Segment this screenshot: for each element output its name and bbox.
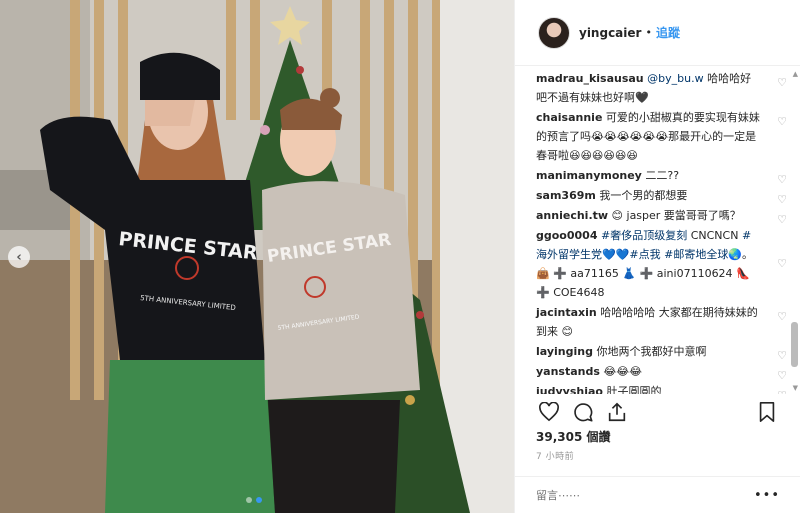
comment-item: jacintaxin 哈哈哈哈哈 大家都在期待妹妹的到来 😊 ♡ <box>536 303 787 341</box>
comment-username[interactable]: sam369m <box>536 189 596 202</box>
header-separator: • <box>645 26 652 39</box>
heart-icon[interactable]: ♡ <box>777 112 787 131</box>
comment-username[interactable]: jacintaxin <box>536 306 597 319</box>
follow-button[interactable]: 追蹤 <box>656 24 680 41</box>
action-bar <box>536 399 788 425</box>
comment-item: manimanymoney 二二?? ♡ <box>536 166 787 186</box>
heart-icon[interactable]: ♡ <box>777 307 787 326</box>
comment-text: 你地两个我都好中意啊 <box>592 345 707 358</box>
comment-text: 二二?? <box>641 169 680 182</box>
heart-icon[interactable]: ♡ <box>777 73 787 92</box>
carousel-dot <box>246 497 252 503</box>
comment-item: chaisannie 可爱的小甜椒真的要实现有妹妹的预言了吗😭😭😭😭😭😭那最开心… <box>536 108 787 165</box>
chevron-left-icon[interactable]: ‹ <box>8 246 30 268</box>
comment-text: 💙💙 <box>602 248 630 261</box>
heart-icon[interactable] <box>536 399 562 425</box>
comment-username[interactable]: chaisannie <box>536 111 602 124</box>
comment-username[interactable]: judyyshiao <box>536 385 603 394</box>
comment-username[interactable]: anniechi.tw <box>536 209 608 222</box>
comment-mention[interactable]: @by_bu.w <box>647 72 703 85</box>
comment-list[interactable]: madrau_kisausau @by_bu.w 哈哈哈好吧不過有妹妹也好啊🖤 … <box>515 68 800 394</box>
post-header: yingcaier • 追蹤 <box>515 0 800 66</box>
comment-input[interactable] <box>536 488 736 502</box>
avatar[interactable] <box>538 16 570 49</box>
comment-username[interactable]: manimanymoney <box>536 169 642 182</box>
comment-username[interactable]: madrau_kisausau <box>536 72 644 85</box>
comment-text: 我一个男的都想要 <box>595 189 688 202</box>
comment-scrollbar[interactable] <box>791 322 798 367</box>
carousel-dots <box>246 497 262 503</box>
comment-icon[interactable] <box>570 399 596 425</box>
like-count[interactable]: 39,305 個讚 <box>536 428 611 445</box>
post-photo[interactable]: PRINCE STAR PRINCE STAR 5TH ANNIVERSARY … <box>0 0 514 513</box>
heart-icon[interactable]: ♡ <box>777 254 787 273</box>
heart-icon[interactable]: ♡ <box>777 170 787 189</box>
comment-item: anniechi.tw 😊 jasper 要當哥哥了嗎？ ♡ <box>536 206 787 226</box>
post-sidebar: yingcaier • 追蹤 madrau_kisausau @by_bu.w … <box>514 0 800 513</box>
carousel-dot-active <box>256 497 262 503</box>
comment-item: ggoo0004 #奢侈品顶级复刻 CNCNCN #海外留学生党💙💙#点我 #邮… <box>536 226 787 302</box>
comment-text: 😂😂😂 <box>599 365 642 378</box>
comment-item: yanstands 😂😂😂 ♡ <box>536 362 787 382</box>
post-username[interactable]: yingcaier <box>579 26 641 40</box>
comment-username[interactable]: layinging <box>536 345 593 358</box>
comment-item: sam369m 我一个男的都想要 ♡ <box>536 186 787 206</box>
comment-item: judyyshiao 肚子圓圓的 ♡ <box>536 382 787 394</box>
bookmark-icon[interactable] <box>754 399 780 425</box>
instagram-post: PRINCE STAR PRINCE STAR 5TH ANNIVERSARY … <box>0 0 800 513</box>
comment-hashtag[interactable]: #奢侈品顶级复刻 <box>601 229 687 242</box>
comment-text: 👗 ➕ aini07110624 <box>622 267 737 280</box>
heart-icon[interactable]: ♡ <box>777 366 787 385</box>
comment-item: layinging 你地两个我都好中意啊 ♡ <box>536 342 787 362</box>
heart-icon[interactable]: ♡ <box>777 210 787 229</box>
more-options-icon[interactable]: ••• <box>754 488 780 503</box>
comment-text: 肚子圓圓的 <box>602 385 662 394</box>
heart-icon[interactable]: ♡ <box>777 386 787 394</box>
scroll-down-icon[interactable]: ▼ <box>793 384 798 392</box>
comment-text: 😊 jasper 要當哥哥了嗎？ <box>608 209 741 222</box>
comment-item: madrau_kisausau @by_bu.w 哈哈哈好吧不過有妹妹也好啊🖤 … <box>536 69 787 107</box>
heart-icon[interactable]: ♡ <box>777 190 787 209</box>
comment-text: CNCNCN <box>687 229 742 242</box>
comment-username[interactable]: yanstands <box>536 365 600 378</box>
scroll-up-icon[interactable]: ▲ <box>793 70 798 78</box>
heart-icon[interactable]: ♡ <box>777 346 787 365</box>
comment-hashtag[interactable]: #点我 <box>629 248 660 261</box>
comment-username[interactable]: ggoo0004 <box>536 229 597 242</box>
post-timestamp[interactable]: 7 小時前 <box>536 449 574 462</box>
photo-illustration: PRINCE STAR PRINCE STAR 5TH ANNIVERSARY … <box>0 0 514 513</box>
share-icon[interactable] <box>604 399 630 425</box>
comment-hashtag[interactable]: #邮寄地全球 <box>664 248 728 261</box>
add-comment-bar: ••• <box>515 476 800 513</box>
